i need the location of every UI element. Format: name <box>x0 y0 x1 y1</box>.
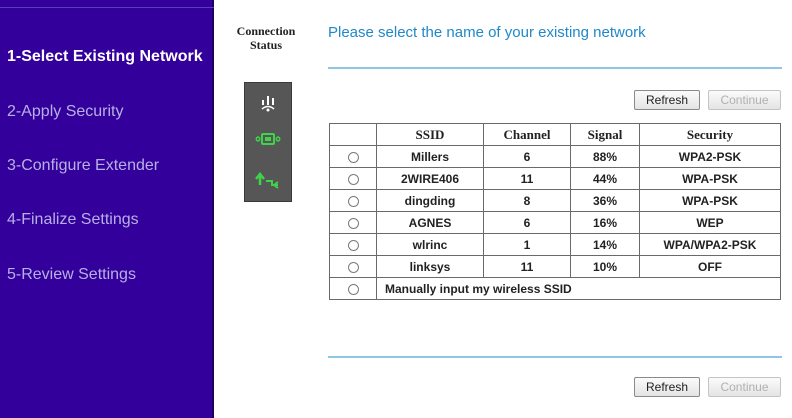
row-select-cell <box>329 189 377 212</box>
signal-cell: 44% <box>570 167 640 190</box>
manual-ssid-row[interactable]: Manually input my wireless SSID <box>329 277 781 300</box>
header-channel: Channel <box>483 123 571 146</box>
row-select-cell <box>329 277 377 300</box>
refresh-button-top[interactable]: Refresh <box>634 90 700 110</box>
sidebar-divider <box>0 7 214 8</box>
signal-cell: 88% <box>570 145 640 168</box>
page-headline: Please select the name of your existing … <box>328 24 646 41</box>
main-content: Connection Status Please select the name… <box>216 0 792 418</box>
router-icon <box>245 131 291 152</box>
table-row[interactable]: dingding 8 36% WPA-PSK <box>329 189 781 212</box>
row-select-cell <box>329 167 377 190</box>
table-row[interactable]: AGNES 6 16% WEP <box>329 211 781 234</box>
network-radio-button[interactable] <box>347 195 359 207</box>
row-select-cell <box>329 255 377 278</box>
row-select-cell <box>329 233 377 256</box>
signal-bars-icon <box>245 91 291 118</box>
channel-cell: 6 <box>483 145 571 168</box>
table-row[interactable]: linksys 11 10% OFF <box>329 255 781 278</box>
table-row[interactable]: 2WIRE406 11 44% WPA-PSK <box>329 167 781 190</box>
manual-ssid-label: Manually input my wireless SSID <box>376 277 781 300</box>
signal-cell: 14% <box>570 233 640 256</box>
ssid-cell: dingding <box>376 189 484 212</box>
continue-button-top[interactable]: Continue <box>708 90 781 110</box>
continue-button-bottom[interactable]: Continue <box>708 377 781 397</box>
extender-link-icon <box>245 169 291 194</box>
header-select <box>329 123 377 146</box>
row-select-cell <box>329 211 377 234</box>
sidebar-step-apply-security[interactable]: 2-Apply Security <box>7 103 124 121</box>
header-security: Security <box>639 123 781 146</box>
row-select-cell <box>329 145 377 168</box>
network-radio-button[interactable] <box>347 173 359 185</box>
bottom-divider <box>328 356 782 358</box>
ssid-cell: linksys <box>376 255 484 278</box>
top-divider <box>328 67 782 69</box>
security-cell: OFF <box>639 255 781 278</box>
channel-cell: 1 <box>483 233 571 256</box>
sidebar-step-finalize-settings[interactable]: 4-Finalize Settings <box>7 211 139 229</box>
security-cell: WPA-PSK <box>639 167 781 190</box>
network-table: SSID Channel Signal Security Millers 6 8… <box>329 123 781 300</box>
channel-cell: 11 <box>483 255 571 278</box>
security-cell: WEP <box>639 211 781 234</box>
connection-status-line1: Connection <box>236 24 296 38</box>
manual-ssid-radio-button[interactable] <box>347 283 359 295</box>
refresh-button-bottom[interactable]: Refresh <box>634 377 700 397</box>
network-radio-button[interactable] <box>347 151 359 163</box>
network-radio-button[interactable] <box>347 217 359 229</box>
channel-cell: 6 <box>483 211 571 234</box>
setup-wizard-window: 1-Select Existing Network 2-Apply Securi… <box>0 0 792 418</box>
ssid-cell: Millers <box>376 145 484 168</box>
table-header-row: SSID Channel Signal Security <box>329 123 781 146</box>
channel-cell: 8 <box>483 189 571 212</box>
connection-status-panel <box>244 82 292 202</box>
channel-cell: 11 <box>483 167 571 190</box>
sidebar-step-configure-extender[interactable]: 3-Configure Extender <box>7 157 159 175</box>
ssid-cell: 2WIRE406 <box>376 167 484 190</box>
wizard-sidebar: 1-Select Existing Network 2-Apply Securi… <box>0 0 214 418</box>
connection-status-label: Connection Status <box>236 24 296 52</box>
header-ssid: SSID <box>376 123 484 146</box>
signal-cell: 36% <box>570 189 640 212</box>
ssid-cell: wlrinc <box>376 233 484 256</box>
signal-cell: 10% <box>570 255 640 278</box>
header-signal: Signal <box>570 123 640 146</box>
table-row[interactable]: wlrinc 1 14% WPA/WPA2-PSK <box>329 233 781 256</box>
security-cell: WPA/WPA2-PSK <box>639 233 781 256</box>
sidebar-step-select-network[interactable]: 1-Select Existing Network <box>7 48 203 66</box>
signal-cell: 16% <box>570 211 640 234</box>
sidebar-step-review-settings[interactable]: 5-Review Settings <box>7 266 136 284</box>
ssid-cell: AGNES <box>376 211 484 234</box>
security-cell: WPA2-PSK <box>639 145 781 168</box>
network-radio-button[interactable] <box>347 261 359 273</box>
table-row[interactable]: Millers 6 88% WPA2-PSK <box>329 145 781 168</box>
security-cell: WPA-PSK <box>639 189 781 212</box>
connection-status-line2: Status <box>249 38 282 52</box>
network-radio-button[interactable] <box>347 239 359 251</box>
